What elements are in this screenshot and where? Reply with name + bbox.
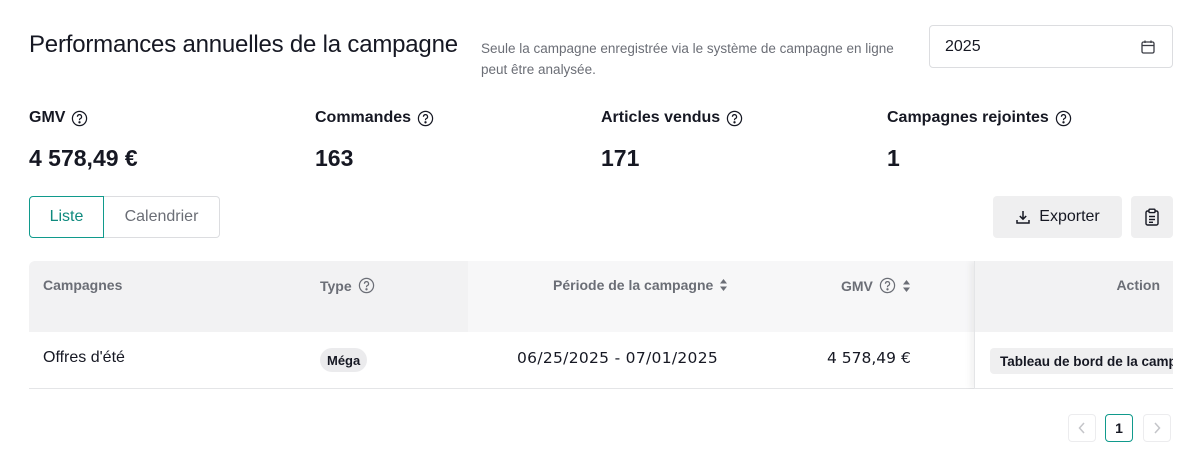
help-icon[interactable] — [1055, 110, 1072, 127]
help-icon[interactable] — [417, 110, 434, 127]
year-select[interactable]: 2025 — [929, 25, 1173, 68]
help-icon[interactable] — [358, 277, 375, 294]
type-badge: Méga — [320, 348, 368, 372]
cell-period: 06/25/2025 - 07/01/2025 — [517, 349, 719, 367]
sort-icon[interactable] — [902, 279, 911, 293]
campaign-performance-card: Performances annuelles de la campagne Se… — [0, 0, 1200, 469]
tab-calendar[interactable]: Calendrier — [104, 196, 220, 238]
stat-gmv: GMV 4 578,49 € — [29, 108, 138, 172]
year-select-value: 2025 — [945, 38, 981, 55]
stat-gmv-value: 4 578,49 € — [29, 145, 138, 171]
column-header-label: Campagnes — [43, 277, 123, 293]
column-header-label: Type — [320, 277, 352, 294]
column-header-period[interactable]: Période de la campagne — [553, 277, 728, 293]
page-title: Performances annuelles de la campagne — [29, 31, 458, 58]
stat-items-sold: Articles vendus 171 — [601, 108, 743, 172]
stat-orders-value: 163 — [315, 145, 354, 171]
column-header-label: GMV — [841, 277, 873, 294]
page-button-current[interactable]: 1 — [1105, 414, 1133, 442]
stat-campaigns-joined: Campagnes rejointes 1 — [887, 108, 1072, 172]
stat-gmv-label: GMV — [29, 109, 66, 126]
stat-campaigns-joined-value: 1 — [887, 145, 900, 171]
stat-items-sold-value: 171 — [601, 145, 640, 171]
help-icon[interactable] — [71, 110, 88, 127]
export-history-button[interactable] — [1131, 196, 1173, 238]
help-icon[interactable] — [726, 110, 743, 127]
column-header-campaigns: Campagnes — [43, 277, 122, 293]
chevron-left-icon — [1078, 422, 1085, 434]
chevron-right-icon — [1154, 422, 1161, 434]
stat-orders: Commandes 163 — [315, 108, 434, 172]
view-toggle: Liste Calendrier — [29, 196, 220, 238]
column-header-action: Action — [1116, 277, 1160, 293]
page-subtitle: Seule la campagne enregistrée via le sys… — [481, 41, 894, 77]
export-button-label: Exporter — [1039, 208, 1100, 225]
cell-campaign-name: Offres d'été — [43, 349, 125, 366]
action-column: Action Tableau de bord de la campagne — [974, 261, 1173, 389]
next-page-button[interactable] — [1143, 414, 1171, 442]
column-header-label: Période de la campagne — [553, 277, 714, 293]
column-header-type: Type — [320, 277, 375, 294]
campaign-dashboard-button[interactable]: Tableau de bord de la campagne — [990, 348, 1173, 374]
previous-page-button[interactable] — [1068, 414, 1096, 442]
download-icon — [1016, 211, 1031, 224]
help-icon[interactable] — [879, 277, 896, 294]
clipboard-icon — [1145, 208, 1159, 226]
stat-items-sold-label: Articles vendus — [601, 109, 721, 126]
stat-campaigns-joined-label: Campagnes rejointes — [887, 109, 1049, 126]
column-header-gmv[interactable]: GMV — [841, 277, 911, 294]
calendar-icon — [1141, 40, 1155, 54]
campaign-table: Campagnes Type Période de la campagne GM… — [29, 261, 1173, 389]
cell-gmv: 4 578,49 € — [827, 349, 911, 367]
sort-icon[interactable] — [719, 278, 728, 292]
export-button[interactable]: Exporter — [993, 196, 1122, 238]
tab-list[interactable]: Liste — [29, 196, 104, 238]
stat-orders-label: Commandes — [315, 109, 412, 126]
